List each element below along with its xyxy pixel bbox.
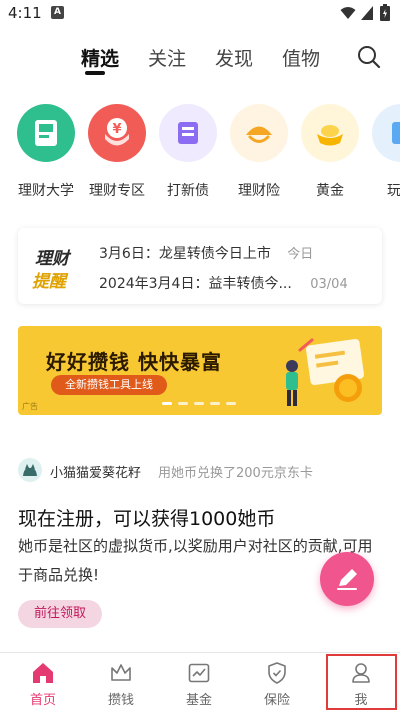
claim-button[interactable]: 前往领取	[18, 600, 103, 628]
status-time: 4:11	[8, 4, 42, 22]
home-icon	[33, 663, 53, 683]
pencil-icon	[337, 569, 357, 590]
shortcut-finance-zone[interactable]: ¥ 理财专区	[81, 104, 153, 204]
shortcut-play[interactable]: 玩转	[365, 104, 400, 204]
shortcut-finance-insurance[interactable]: 理财险	[223, 104, 295, 204]
highlight-box	[326, 654, 397, 710]
carousel-dot	[226, 402, 236, 405]
reminder-item[interactable]: 2024年3月4日：益丰转债今... 03/04	[99, 273, 348, 293]
nav-home[interactable]: 首页	[4, 653, 82, 711]
tab-featured[interactable]: 精选	[81, 44, 119, 71]
bond-document-icon	[159, 104, 217, 162]
reminder-logo-line1: 理财	[35, 249, 69, 269]
shortcut-label: 玩转	[387, 183, 400, 199]
avatar[interactable]	[18, 458, 42, 482]
reminder-date: 今日	[287, 247, 314, 262]
book-icon	[17, 104, 75, 162]
nav-label: 保险	[263, 693, 290, 708]
yuan-coin-icon: ¥	[88, 104, 146, 162]
reminder-text: 3月6日：龙星转债今日上市	[99, 246, 271, 262]
battery-icon	[380, 4, 390, 21]
ad-tag: 广告	[22, 402, 38, 411]
partial-icon	[372, 104, 400, 162]
reminder-text: 2024年3月4日：益丰转债今...	[99, 276, 292, 292]
banner-subtitle: 全新攒钱工具上线	[51, 375, 167, 395]
carousel-dot	[162, 402, 172, 405]
chart-icon	[188, 663, 210, 683]
search-icon[interactable]	[356, 44, 382, 70]
signal-icon	[361, 6, 373, 20]
carousel-dot	[210, 402, 220, 405]
app-screen: 4:11 A 精选 关注 发现 值物 理财大学 ¥ 理财专区 打新债 理财险 黄…	[0, 0, 400, 711]
active-tab-indicator	[85, 71, 105, 75]
reminder-date: 03/04	[310, 277, 348, 292]
post-title[interactable]: 现在注册，可以获得1000她币	[18, 504, 275, 531]
shortcut-gold[interactable]: 黄金	[294, 104, 366, 204]
shortcut-label: 理财大学	[18, 183, 74, 199]
svg-text:¥: ¥	[112, 122, 121, 137]
tab-following[interactable]: 关注	[148, 44, 186, 71]
status-bar: 4:11 A	[0, 0, 400, 28]
shield-icon	[268, 662, 286, 684]
wifi-icon	[340, 7, 356, 19]
carousel-dot	[194, 402, 204, 405]
compose-fab[interactable]	[320, 552, 374, 606]
crown-icon	[111, 664, 131, 681]
umbrella-shield-icon	[230, 104, 288, 162]
shortcut-label: 理财险	[238, 183, 280, 199]
shortcut-new-bonds[interactable]: 打新债	[152, 104, 224, 204]
tab-value-items[interactable]: 值物	[282, 44, 320, 71]
reminder-item[interactable]: 3月6日：龙星转债今日上市 今日	[99, 243, 313, 263]
nav-funds[interactable]: 基金	[160, 653, 238, 711]
shortcut-label: 黄金	[316, 183, 344, 199]
post-activity: 用她币兑换了200元京东卡	[158, 466, 313, 481]
shortcut-label: 打新债	[167, 183, 209, 199]
post-username[interactable]: 小猫猫爱葵花籽	[50, 462, 141, 481]
carousel-dot	[178, 402, 188, 405]
reminder-logo-line2: 提醒	[32, 272, 66, 292]
promo-banner[interactable]: 好好攒钱 快快暴富 全新攒钱工具上线 广告	[18, 326, 382, 415]
money-saving-illustration	[286, 338, 365, 406]
notification-app-icon: A	[51, 6, 64, 19]
banner-title: 好好攒钱 快快暴富	[46, 350, 222, 374]
finance-reminder-card[interactable]: 理财 提醒 3月6日：龙星转债今日上市 今日 2024年3月4日：益丰转债今..…	[18, 228, 382, 304]
nav-insurance[interactable]: 保险	[238, 653, 316, 711]
nav-label: 基金	[185, 693, 212, 708]
tab-discover[interactable]: 发现	[215, 44, 253, 71]
nav-label: 首页	[29, 693, 56, 708]
gold-ingot-icon	[301, 104, 359, 162]
nav-label: 攒钱	[107, 693, 134, 708]
shortcut-finance-university[interactable]: 理财大学	[10, 104, 82, 204]
shortcut-label: 理财专区	[89, 183, 145, 199]
nav-save-money[interactable]: 攒钱	[82, 653, 160, 711]
